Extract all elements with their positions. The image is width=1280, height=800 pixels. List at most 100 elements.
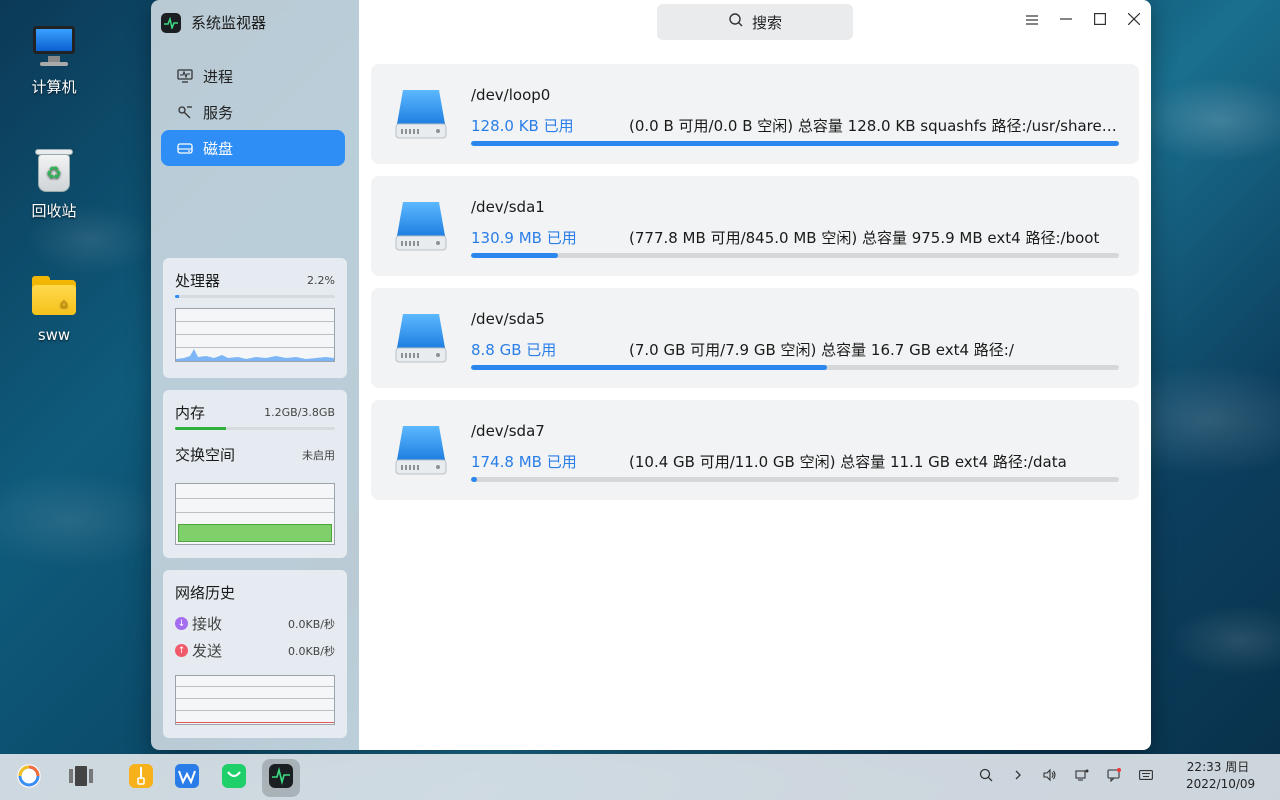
notification-button[interactable]: [1098, 754, 1130, 800]
archive-manager-button[interactable]: [122, 759, 160, 797]
network-history-graph: [175, 675, 335, 725]
sidebar-nav: 进程 服务 磁盘: [161, 58, 345, 166]
network-button[interactable]: [1066, 754, 1098, 800]
maximize-icon: [1094, 10, 1107, 29]
disk-detail: (0.0 B 可用/0.0 B 空闲) 总容量 128.0 KB squashf…: [629, 117, 1119, 135]
multitask-icon: [67, 764, 95, 792]
close-icon: [1127, 10, 1141, 29]
launcher-icon: [15, 762, 43, 794]
swap-title: 交换空间: [175, 446, 236, 464]
search-icon: [979, 768, 993, 786]
launcher-button[interactable]: [10, 759, 48, 797]
cpu-history-graph: [175, 308, 335, 362]
search-placeholder: 搜索: [751, 13, 782, 32]
system-tray: [970, 754, 1162, 800]
menu-button[interactable]: [1015, 0, 1049, 38]
desktop-icon-label: 计算机: [31, 78, 77, 96]
disk-usage-bar: [471, 141, 1119, 146]
disk-detail: (777.8 MB 可用/845.0 MB 空闲) 总容量 975.9 MB e…: [629, 229, 1100, 247]
disk-used: 130.9 MB 已用: [471, 229, 577, 247]
folder-icon: ⌂: [30, 272, 78, 320]
taskbar: 22:33 周日 2022/10/09: [0, 754, 1280, 800]
app-logo-icon: [161, 12, 181, 33]
keyboard-button[interactable]: [1130, 754, 1162, 800]
disk-icon: [177, 141, 193, 155]
disk-card[interactable]: /dev/sda7 174.8 MB 已用 (10.4 GB 可用/11.0 G…: [371, 400, 1139, 500]
send-icon: ↑: [175, 644, 188, 657]
volume-button[interactable]: [1034, 754, 1066, 800]
network-panel[interactable]: 网络历史 ↓ 接收 0.0KB/秒 ↑ 发送 0.0KB/秒: [163, 570, 347, 738]
desktop-icon-label: 回收站: [31, 202, 77, 220]
cpu-panel[interactable]: 处理器 2.2%: [163, 258, 347, 378]
tray-expand-button[interactable]: [1002, 754, 1034, 800]
sidebar-item-label: 服务: [203, 103, 234, 122]
send-value: 0.0KB/秒: [288, 644, 335, 658]
receive-label: 接收: [192, 615, 223, 633]
menu-icon: [1026, 10, 1038, 29]
swap-status: 未启用: [302, 448, 335, 462]
disk-name: /dev/loop0: [471, 86, 551, 104]
desktop-icon-folder[interactable]: ⌂ sww: [14, 272, 94, 344]
wps-button[interactable]: [168, 759, 206, 797]
disk-name: /dev/sda7: [471, 422, 545, 440]
minimize-button[interactable]: [1049, 0, 1083, 38]
hard-drive-icon: [393, 310, 449, 366]
clock-time: 22:33 周日: [1186, 760, 1250, 774]
trash-icon: ♻: [30, 146, 78, 194]
cpu-usage-bar: [175, 295, 335, 298]
computer-icon: [30, 22, 78, 70]
close-button[interactable]: [1117, 0, 1151, 38]
memory-title: 内存: [175, 404, 206, 422]
maximize-button[interactable]: [1083, 0, 1117, 38]
disk-used: 8.8 GB 已用: [471, 341, 557, 359]
system-monitor-icon: [268, 763, 294, 793]
disk-card[interactable]: /dev/loop0 128.0 KB 已用 (0.0 B 可用/0.0 B 空…: [371, 64, 1139, 164]
receive-value: 0.0KB/秒: [288, 617, 335, 631]
disk-card[interactable]: /dev/sda1 130.9 MB 已用 (777.8 MB 可用/845.0…: [371, 176, 1139, 276]
keyboard-icon: [1139, 769, 1153, 785]
clock-date: 2022/10/09: [1186, 777, 1256, 791]
system-monitor-window: 系统监视器 进程 服务 磁盘 处理器 2.2% 内存 1.2GB/3.8GB 交…: [151, 0, 1151, 750]
memory-panel[interactable]: 内存 1.2GB/3.8GB 交换空间 未启用: [163, 390, 347, 558]
sidebar-item-label: 磁盘: [203, 139, 234, 158]
clock[interactable]: 22:33 周日 2022/10/09: [1186, 759, 1256, 793]
sidebar-item-disks[interactable]: 磁盘: [161, 130, 345, 166]
memory-usage-bar: [175, 427, 335, 430]
hard-drive-icon: [393, 86, 449, 142]
desktop-icon-computer[interactable]: 计算机: [14, 22, 94, 97]
disk-usage-bar: [471, 365, 1119, 370]
network-title: 网络历史: [175, 584, 236, 602]
send-label: 发送: [192, 642, 223, 660]
sidebar-item-processes[interactable]: 进程: [161, 58, 345, 94]
network-icon: [1075, 768, 1089, 786]
wechat-button[interactable]: [215, 759, 253, 797]
sidebar-item-services[interactable]: 服务: [161, 94, 345, 130]
disk-usage-bar: [471, 253, 1119, 258]
main-content: 搜索 /dev/loop0 128.0 KB 已用 (0.0 B 可用/0.0 …: [359, 0, 1151, 750]
hard-drive-icon: [393, 422, 449, 478]
app-header: 系统监视器: [161, 12, 266, 33]
disk-card[interactable]: /dev/sda5 8.8 GB 已用 (7.0 GB 可用/7.9 GB 空闲…: [371, 288, 1139, 388]
monitor-icon: [177, 69, 193, 83]
wps-icon: [173, 762, 201, 794]
desktop-icon-label: sww: [37, 326, 71, 344]
hard-drive-icon: [393, 198, 449, 254]
disk-used: 128.0 KB 已用: [471, 117, 574, 135]
service-icon: [177, 105, 193, 119]
cpu-title: 处理器: [175, 272, 221, 290]
tray-search-button[interactable]: [970, 754, 1002, 800]
disk-detail: (7.0 GB 可用/7.9 GB 空闲) 总容量 16.7 GB ext4 路…: [629, 341, 1014, 359]
search-input[interactable]: 搜索: [657, 4, 853, 40]
app-title: 系统监视器: [191, 14, 267, 32]
archive-icon: [127, 762, 155, 794]
multitask-button[interactable]: [62, 759, 100, 797]
wechat-icon: [220, 762, 248, 794]
disk-name: /dev/sda5: [471, 310, 545, 328]
desktop-icon-trash[interactable]: ♻ 回收站: [14, 146, 94, 221]
sidebar-item-label: 进程: [203, 67, 234, 86]
receive-icon: ↓: [175, 617, 188, 630]
system-monitor-taskbar-button[interactable]: [262, 759, 300, 797]
memory-usage-value: 1.2GB/3.8GB: [264, 406, 335, 419]
search-icon: [728, 12, 744, 32]
disk-detail: (10.4 GB 可用/11.0 GB 空闲) 总容量 11.1 GB ext4…: [629, 453, 1067, 471]
